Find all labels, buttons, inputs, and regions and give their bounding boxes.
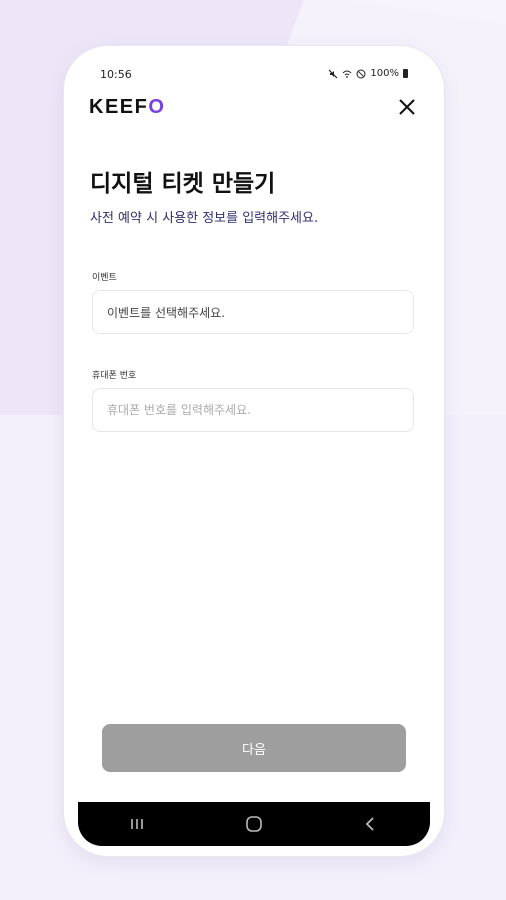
status-bar: 10:56 100% [78,60,430,88]
next-button[interactable]: 다음 [102,724,406,772]
status-icons: 100% [328,68,408,79]
logo-main: KEEF [89,96,149,118]
wifi-off-icon [343,70,352,78]
battery-icon [403,69,408,78]
keefo-logo: KEEFO [89,96,165,119]
back-button[interactable] [351,809,391,839]
recent-apps-icon [130,819,143,829]
battery-percent: 100% [370,68,399,79]
home-icon [246,816,262,832]
home-button[interactable] [234,809,274,839]
back-icon [366,817,374,831]
status-time: 10:56 [100,68,132,81]
app-screen: 10:56 100% KEEFO 디지털 티켓 만들기 사전 예약 시 사용한 … [78,60,430,846]
event-select-value: 이벤트를 선택해주세요. [107,305,226,320]
page-title: 디지털 티켓 만들기 [90,171,276,197]
event-label: 이벤트 [92,273,117,283]
event-select[interactable]: 이벤트를 선택해주세요. [92,290,414,334]
close-icon [399,99,415,115]
recent-apps-button[interactable] [117,809,157,839]
phone-label: 휴대폰 번호 [92,371,137,381]
page-subtitle: 사전 예약 시 사용한 정보를 입력해주세요. [90,211,319,226]
logo-accent: O [148,96,166,118]
app-bar: KEEFO [78,94,430,124]
phone-input[interactable] [92,388,414,432]
close-button[interactable] [394,94,420,120]
do-not-disturb-icon [356,69,366,78]
mute-icon [328,69,338,78]
system-nav-bar [78,802,430,846]
